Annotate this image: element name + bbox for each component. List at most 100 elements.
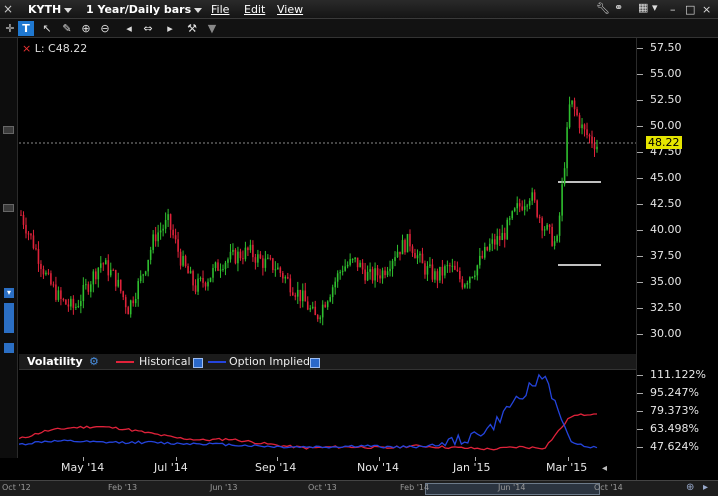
pencil-icon[interactable]: ✎ [59, 21, 75, 36]
candle-body [314, 306, 317, 316]
candle-body [466, 282, 469, 285]
minimize-icon[interactable]: – [670, 3, 676, 16]
candle-body [147, 259, 149, 272]
candle-body [204, 282, 207, 287]
candle-body [244, 247, 247, 260]
candle-body [436, 271, 439, 281]
candle-body [501, 232, 504, 241]
candle-body [568, 104, 571, 128]
period-selector[interactable]: 1 Year/Daily bars [86, 3, 203, 16]
candle-body [234, 249, 237, 264]
candle-body [229, 251, 232, 260]
fit-icon[interactable]: ⇔ [140, 21, 156, 36]
close-icon[interactable]: × [702, 3, 711, 16]
candle-body [57, 290, 60, 300]
candle-body [42, 269, 45, 275]
scroll-down-icon[interactable] [4, 343, 14, 353]
settings-icon[interactable]: ⚙ [89, 355, 99, 368]
candle-body [538, 216, 541, 219]
grid-icon[interactable]: ▦ [638, 1, 648, 14]
price-chart-canvas [19, 96, 636, 326]
close-legend-icon[interactable]: × [22, 42, 31, 55]
candle-body [526, 205, 528, 207]
candle-body [331, 287, 334, 298]
candle-body [508, 218, 511, 220]
price-tick-label: 32.50 [650, 301, 682, 315]
menu-file[interactable]: File [211, 3, 229, 16]
candle-body [274, 269, 277, 271]
candle-body [227, 259, 229, 263]
candle-body [139, 275, 142, 282]
volatility-chart[interactable] [19, 371, 636, 456]
candle-body [386, 271, 389, 276]
candle-body [82, 284, 85, 302]
price-tick-mark [637, 100, 643, 102]
maximize-icon[interactable]: □ [685, 3, 695, 16]
candle-body [591, 136, 593, 144]
candle-body [199, 277, 202, 279]
price-tick-label: 55.00 [650, 67, 682, 81]
candle-body [578, 115, 581, 129]
candle-body [543, 229, 546, 231]
text-tool-icon[interactable]: T [18, 21, 34, 36]
candle-body [389, 268, 391, 272]
scroll-left-icon[interactable]: ◂ [121, 21, 137, 36]
candle-body [421, 253, 424, 264]
candle-body [324, 304, 327, 308]
cursor-icon[interactable]: ↖ [39, 21, 55, 36]
wrench-icon[interactable]: 🔧︎ [596, 2, 610, 15]
zoom-in-icon[interactable]: ⊕ [78, 21, 94, 36]
price-chart[interactable]: × L: C48.22 [19, 38, 636, 350]
candle-body [47, 272, 50, 274]
candle-body [531, 192, 533, 201]
splitter-handle[interactable] [3, 126, 14, 134]
price-tick-label: 40.00 [650, 223, 682, 237]
candle-body [316, 315, 319, 320]
chevron-down-icon[interactable]: ▾ [652, 1, 658, 14]
window-close-icon[interactable]: × [3, 2, 13, 16]
navigator-label: Feb '13 [108, 483, 138, 492]
zoom-out-icon[interactable]: ⊖ [97, 21, 113, 36]
candle-body [27, 233, 30, 235]
zoom-icon[interactable]: ⊕ [686, 482, 694, 493]
candle-body [506, 219, 509, 240]
candle-body [262, 258, 264, 268]
link-icon[interactable]: ⚭ [614, 1, 623, 14]
scroll-thumb[interactable] [4, 303, 14, 333]
navigator-label: Oct '12 [2, 483, 31, 492]
candle-body [301, 290, 304, 302]
implied-checkbox[interactable] [307, 356, 320, 369]
scroll-right-icon[interactable]: ▸ [162, 21, 178, 36]
historical-checkbox[interactable] [190, 356, 203, 369]
candle-body [264, 258, 267, 268]
menu-view[interactable]: View [277, 3, 303, 16]
candle-body [55, 284, 57, 300]
candle-body [459, 270, 461, 280]
candle-body [311, 306, 314, 309]
chevron-down-icon[interactable]: ▼ [204, 21, 220, 36]
nav-arrow-icon[interactable]: ▸ [703, 482, 708, 493]
splitter-handle[interactable] [3, 204, 14, 212]
navigator-label: Oct '13 [308, 483, 337, 492]
candle-body [72, 298, 75, 308]
symbol-selector[interactable]: KYTH [28, 3, 73, 16]
candle-body [114, 269, 117, 287]
chevron-down-icon [64, 7, 73, 13]
candle-body [257, 254, 259, 263]
candle-body [249, 244, 252, 251]
candle-body [182, 256, 184, 266]
candle-body [237, 251, 239, 264]
candle-body [481, 255, 484, 258]
candle-body [444, 266, 446, 276]
volatility-canvas [19, 373, 598, 451]
candle-body [391, 260, 394, 269]
collapse-icon[interactable]: ▾ [4, 288, 14, 298]
candle-body [449, 265, 451, 267]
candle-body [87, 284, 90, 292]
tools-icon[interactable]: ⚒ [184, 21, 200, 36]
candle-body [334, 281, 336, 288]
candle-body [134, 299, 137, 304]
menu-edit[interactable]: Edit [244, 3, 265, 16]
candle-body [546, 224, 548, 230]
crosshair-icon[interactable]: ✛ [2, 21, 18, 36]
